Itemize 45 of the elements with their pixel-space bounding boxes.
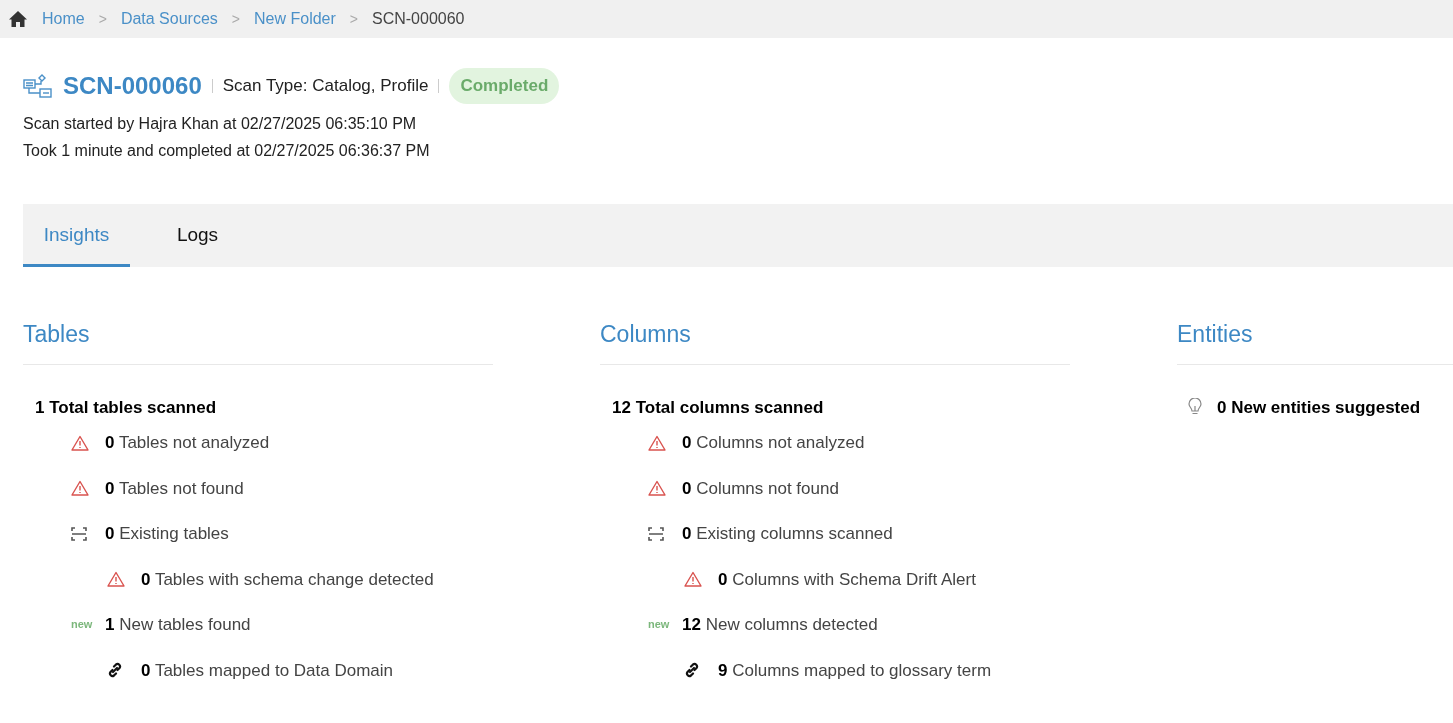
scan-title: SCN-000060 xyxy=(63,71,202,101)
scan-started-text: Scan started by Hajra Khan at 02/27/2025 06:35:10 PM xyxy=(23,114,418,134)
summary-text: 12 Total columns scanned xyxy=(611,396,825,419)
warning-icon xyxy=(71,480,89,497)
scan-completed-text: Took 1 minute and completed at 02/27/2025 06:36:37 PM xyxy=(23,141,431,161)
warning-icon xyxy=(648,434,666,451)
section-title: Entities xyxy=(1177,317,1453,365)
stat-text: 0 Existing tables xyxy=(105,523,229,545)
breadcrumb-link[interactable]: New Folder xyxy=(254,7,336,31)
suggestion-text: 0 New entities suggested xyxy=(1217,396,1421,419)
breadcrumb-link[interactable]: Data Sources xyxy=(120,7,218,31)
tab[interactable]: Insights xyxy=(23,204,130,267)
lightbulb-icon xyxy=(1187,398,1203,417)
stat-text: 0 Columns not analyzed xyxy=(682,432,865,454)
chevron: > xyxy=(231,9,240,29)
stat-text: 9 Columns mapped to glossary term xyxy=(718,659,992,682)
warning-icon xyxy=(684,571,702,588)
section-title: Columns xyxy=(600,317,1070,365)
new-label: new xyxy=(71,619,93,631)
warning-icon xyxy=(648,480,666,497)
stat-text: 0 Tables not found xyxy=(105,477,244,500)
chevron: > xyxy=(98,9,107,29)
summary-text: 1 Total tables scanned xyxy=(34,396,218,419)
stat-text: 0 Columns with Schema Drift Alert xyxy=(718,568,976,591)
link-icon xyxy=(684,662,700,679)
stat-text: 0 Tables mapped to Data Domain xyxy=(141,659,394,682)
tab[interactable]: Logs xyxy=(130,204,265,267)
stat-text: 12 New columns detected xyxy=(682,614,878,636)
stat-text: 1 New tables found xyxy=(105,614,251,636)
breadcrumb-link[interactable]: Home xyxy=(42,7,85,31)
warning-icon xyxy=(71,434,89,451)
new-label: new xyxy=(648,619,670,631)
stat-text: 0 Tables not analyzed xyxy=(105,432,270,454)
chevron: > xyxy=(349,9,358,29)
scan-type: Scan Type: Catalog, Profile xyxy=(222,75,429,98)
stat-text: 0 Tables with schema change detected xyxy=(141,568,434,591)
stat-text: 0 Columns not found xyxy=(682,477,839,500)
breadcrumb-current: SCN-000060 xyxy=(372,9,465,29)
stat-text: 0 Existing columns scanned xyxy=(682,523,893,545)
scan-flow-icon xyxy=(23,73,53,99)
home-icon[interactable] xyxy=(8,10,28,28)
status-badge: Completed xyxy=(449,68,560,104)
link-icon xyxy=(107,662,123,679)
section-title: Tables xyxy=(23,317,493,365)
warning-icon xyxy=(107,571,125,588)
